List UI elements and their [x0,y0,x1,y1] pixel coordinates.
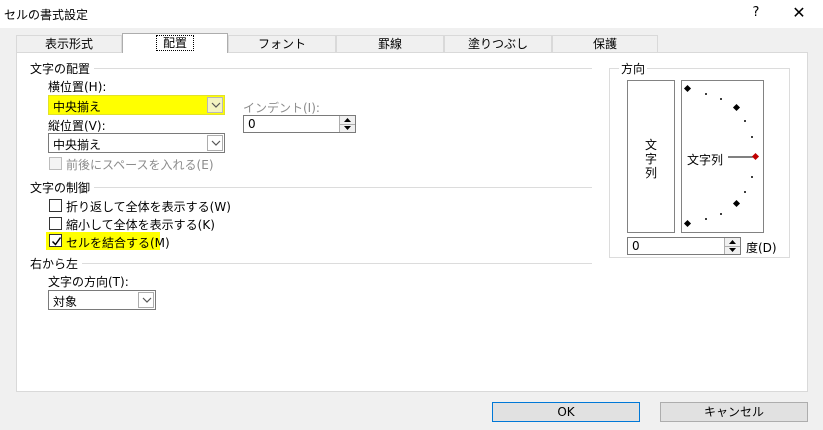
tab-number-format[interactable]: 表示形式 [16,35,122,52]
tab-font[interactable]: フォント [228,35,336,52]
vertical-text-char: 列 [644,166,657,180]
check-icon [51,237,62,246]
tab-label: 塗りつぶし [467,37,529,51]
tab-alignment[interactable]: 配置 [122,33,228,53]
text-direction-value: 対象 [53,295,78,309]
horizontal-label: 横位置(H): [48,80,107,94]
shrink-to-fit-label: 縮小して全体を表示する(K) [66,218,215,232]
distributed-checkbox[interactable] [49,157,62,170]
vertical-text-char: 文 [644,138,657,152]
title-bar [0,0,823,28]
tab-label: 保護 [592,37,617,51]
tab-border[interactable]: 罫線 [336,35,444,52]
window-title: セルの書式設定 [4,8,89,22]
tab-label: フォント [257,37,306,51]
orientation-dial[interactable]: 文字列 [681,80,764,233]
indent-spinner[interactable]: 0 [243,115,356,133]
cancel-button[interactable]: キャンセル [660,402,808,422]
vertical-text-button[interactable]: 文字列 [627,80,675,233]
merge-cells-checkbox[interactable] [49,234,62,247]
indent-label: インデント(I): [243,101,320,115]
wrap-text-checkbox[interactable] [49,199,62,212]
tab-fill[interactable]: 塗りつぶし [444,35,552,52]
vertical-alignment-select[interactable]: 中央揃え [48,133,225,153]
spin-up-icon[interactable] [340,116,355,124]
tab-protection[interactable]: 保護 [552,35,658,52]
tab-label: 配置 [155,35,194,51]
text-control-group-title: 文字の制御 [30,179,95,196]
tab-label: 表示形式 [44,37,93,51]
merge-cells-label: セルを結合する(M) [66,236,170,250]
chevron-down-icon[interactable] [138,292,154,308]
wrap-text-label: 折り返して全体を表示する(W) [66,200,231,214]
spin-down-icon[interactable] [725,246,740,254]
text-direction-label: 文字の方向(T): [48,275,129,289]
shrink-to-fit-checkbox[interactable] [49,217,62,230]
rtl-group-title: 右から左 [30,255,83,272]
close-button[interactable]: ✕ [788,2,810,24]
tab-label: 罫線 [377,37,402,51]
indent-value: 0 [248,117,256,131]
dial-text-label: 文字列 [687,153,724,167]
distributed-label: 前後にスペースを入れる(E) [66,158,214,172]
spinner-buttons[interactable] [724,238,740,254]
text-direction-select[interactable]: 対象 [48,290,156,310]
horizontal-alignment-select[interactable]: 中央揃え [48,95,225,115]
spin-up-icon[interactable] [725,238,740,246]
help-button[interactable]: ? [745,2,767,24]
spin-down-icon[interactable] [340,124,355,132]
chevron-down-icon[interactable] [207,135,223,151]
ok-button[interactable]: OK [492,402,640,422]
vertical-label: 縦位置(V): [48,119,106,133]
degrees-label: 度(D) [746,241,777,255]
horizontal-alignment-value: 中央揃え [53,100,102,114]
orientation-group-title: 方向 [619,60,648,77]
text-alignment-group-title: 文字の配置 [30,60,95,77]
degrees-spinner[interactable]: 0 [627,237,741,255]
group-divider [30,263,592,264]
vertical-text-char: 字 [644,152,657,166]
vertical-alignment-value: 中央揃え [53,138,102,152]
vertical-text-label: 文字列 [641,138,661,180]
degrees-value: 0 [632,239,640,253]
group-divider [30,68,592,69]
chevron-down-icon[interactable] [207,97,223,113]
spinner-buttons[interactable] [339,116,355,132]
group-divider [30,187,592,188]
